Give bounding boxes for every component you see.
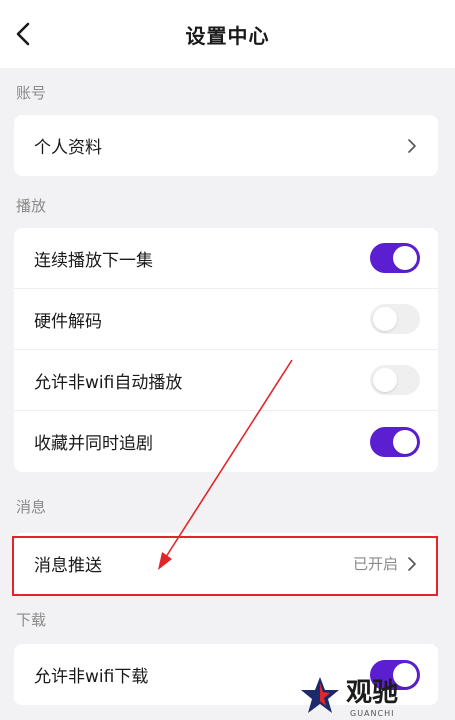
watermark-subtext: GUANCHI [350,709,395,718]
toggle-knob [373,307,397,331]
row-label: 消息推送 [34,556,102,576]
card-account: 个人资料 [14,115,438,176]
toggle-autoplay-next[interactable] [370,243,420,273]
toggle-non-wifi-autoplay[interactable] [370,365,420,395]
row-non-wifi-autoplay: 允许非wifi自动播放 [14,350,438,411]
chevron-left-icon[interactable] [8,18,40,50]
row-hardware-decode: 硬件解码 [14,289,438,350]
toggle-hardware-decode[interactable] [370,304,420,334]
row-label: 允许非wifi自动播放 [34,372,183,393]
toggle-knob [393,429,417,454]
toggle-knob [393,246,417,270]
chevron-right-icon [408,138,416,153]
watermark-text: 观驰 [346,678,399,708]
row-autoplay-next: 连续播放下一集 [14,228,438,289]
section-label-messages: 消息 [16,498,47,516]
row-value-status: 已开启 [352,555,398,573]
toggle-favorite-follow[interactable] [370,426,420,457]
row-label: 连续播放下一集 [34,250,153,271]
row-label: 收藏并同时追剧 [34,434,153,454]
row-favorite-follow: 收藏并同时追剧 [14,411,438,472]
watermark: 观驰 GUANCHI [300,672,450,718]
row-push-notifications[interactable]: 消息推送 已开启 [14,533,438,594]
toggle-knob [373,368,397,392]
card-playback: 连续播放下一集 硬件解码 允许非wifi自动播放 收藏并同时追剧 [14,228,438,472]
section-label-playback: 播放 [16,197,47,215]
card-messages: 消息推送 已开启 [14,533,438,594]
row-profile[interactable]: 个人资料 [14,115,438,176]
star-logo-icon [301,677,339,713]
section-label-download: 下载 [16,611,47,629]
header-bar: 设置中心 [0,0,455,68]
row-label: 个人资料 [34,138,102,158]
row-label: 硬件解码 [34,311,102,332]
section-label-account: 账号 [16,84,47,102]
chevron-right-icon [408,556,416,571]
page-title: 设置中心 [185,23,270,48]
